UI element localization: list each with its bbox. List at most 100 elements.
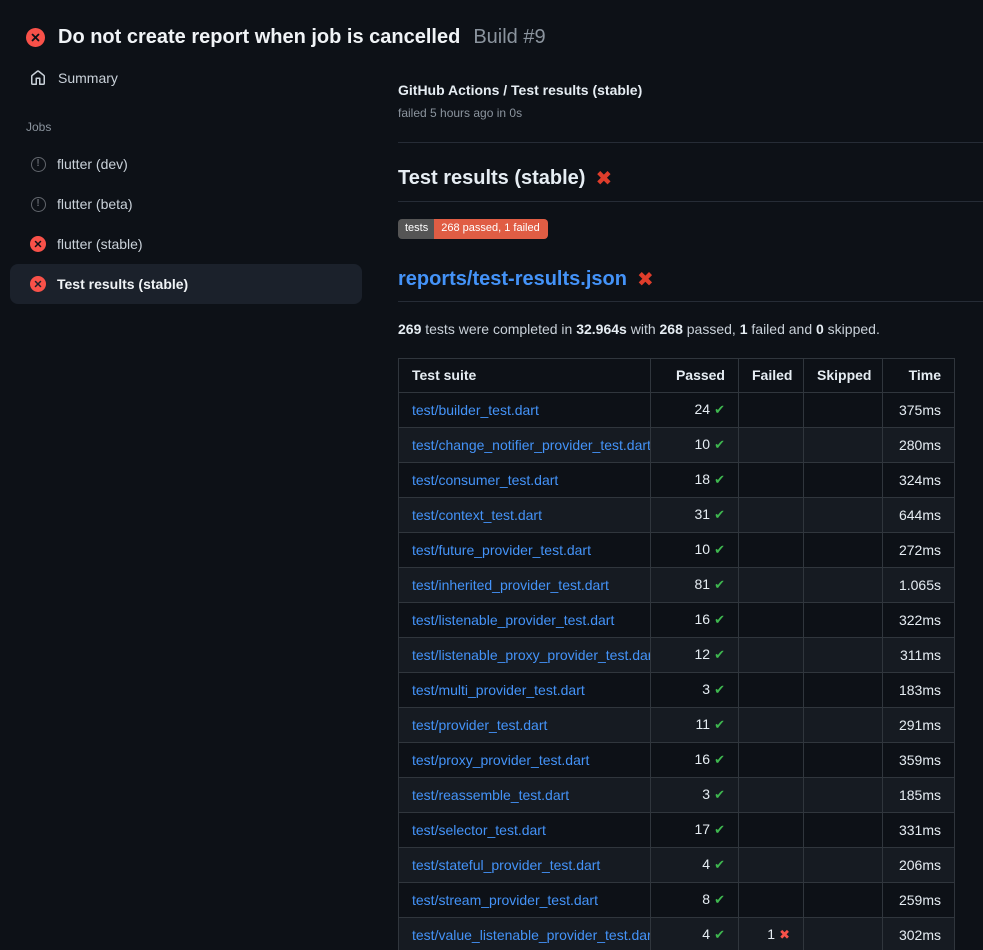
suite-link[interactable]: test/future_provider_test.dart: [412, 542, 591, 558]
skipped-cell: [804, 813, 883, 848]
suite-link[interactable]: test/listenable_provider_test.dart: [412, 612, 614, 628]
failed-cell: [739, 778, 804, 813]
suite-link[interactable]: test/stream_provider_test.dart: [412, 892, 598, 908]
suite-link[interactable]: test/stateful_provider_test.dart: [412, 857, 600, 873]
suite-link[interactable]: test/listenable_proxy_provider_test.dart: [412, 647, 651, 663]
suite-link[interactable]: test/context_test.dart: [412, 507, 542, 523]
suite-cell: test/builder_test.dart: [399, 393, 651, 428]
skipped-cell: [804, 778, 883, 813]
check-icon: ✔: [714, 893, 725, 908]
suite-cell: test/proxy_provider_test.dart: [399, 743, 651, 778]
suite-cell: test/reassemble_test.dart: [399, 778, 651, 813]
suite-link[interactable]: test/selector_test.dart: [412, 822, 546, 838]
skipped-cell: [804, 603, 883, 638]
skipped-cell: [804, 568, 883, 603]
sidebar-job-item[interactable]: Test results (stable): [10, 264, 362, 304]
failed-cell: [739, 498, 804, 533]
failed-cell: [739, 428, 804, 463]
report-file-link[interactable]: reports/test-results.json: [398, 266, 627, 293]
table-row: test/reassemble_test.dart3✔185ms: [399, 778, 955, 813]
time-cell: 1.065s: [883, 568, 955, 603]
suite-link[interactable]: test/proxy_provider_test.dart: [412, 752, 589, 768]
suite-link[interactable]: test/reassemble_test.dart: [412, 787, 569, 803]
failed-cell: [739, 743, 804, 778]
suite-link[interactable]: test/provider_test.dart: [412, 717, 547, 733]
failed-cell: 1✖: [739, 918, 804, 950]
tests-status-badge: tests 268 passed, 1 failed: [398, 219, 548, 239]
table-row: test/consumer_test.dart18✔324ms: [399, 463, 955, 498]
suite-cell: test/stateful_provider_test.dart: [399, 848, 651, 883]
build-number: Build #9: [473, 26, 545, 49]
passed-cell: 10✔: [651, 428, 739, 463]
suite-cell: test/context_test.dart: [399, 498, 651, 533]
summary-sentence: 269 tests were completed in 32.964s with…: [398, 319, 983, 340]
suite-cell: test/stream_provider_test.dart: [399, 883, 651, 918]
time-cell: 644ms: [883, 498, 955, 533]
suite-link[interactable]: test/builder_test.dart: [412, 402, 539, 418]
suite-link[interactable]: test/consumer_test.dart: [412, 472, 558, 488]
check-icon: ✔: [714, 753, 725, 768]
column-header: Time: [883, 359, 955, 393]
time-cell: 280ms: [883, 428, 955, 463]
passed-cell: 8✔: [651, 883, 739, 918]
failed-cell: [739, 813, 804, 848]
passed-cell: 31✔: [651, 498, 739, 533]
table-row: test/selector_test.dart17✔331ms: [399, 813, 955, 848]
skipped-cell: [804, 533, 883, 568]
time-cell: 206ms: [883, 848, 955, 883]
check-icon: ✔: [714, 648, 725, 663]
skipped-cell: [804, 463, 883, 498]
jobs-section-label: Jobs: [26, 120, 390, 134]
breadcrumb: GitHub Actions / Test results (stable): [398, 80, 983, 100]
table-row: test/context_test.dart 31✔ 644ms: [399, 498, 955, 533]
job-list: !flutter (dev)!flutter (beta)flutter (st…: [0, 144, 390, 304]
x-circle-fill-icon: [30, 236, 46, 252]
summary-fragment: 0: [816, 321, 824, 337]
failed-x-icon: ✖: [595, 165, 612, 192]
failed-cell: [739, 463, 804, 498]
check-icon: ✔: [714, 613, 725, 628]
time-cell: 331ms: [883, 813, 955, 848]
skipped-cell: [804, 393, 883, 428]
suite-link[interactable]: test/change_notifier_provider_test.dart: [412, 437, 651, 453]
suite-cell: test/selector_test.dart: [399, 813, 651, 848]
table-row: test/stateful_provider_test.dart4✔206ms: [399, 848, 955, 883]
failed-cell: [739, 708, 804, 743]
time-cell: 291ms: [883, 708, 955, 743]
suite-cell: test/listenable_provider_test.dart: [399, 603, 651, 638]
failed-cell: [739, 603, 804, 638]
sidebar-job-item[interactable]: !flutter (beta): [10, 184, 362, 224]
suite-link[interactable]: test/multi_provider_test.dart: [412, 682, 585, 698]
passed-cell: 3✔: [651, 673, 739, 708]
suite-cell: test/listenable_proxy_provider_test.dart: [399, 638, 651, 673]
page-title: Do not create report when job is cancell…: [58, 26, 460, 49]
time-cell: 322ms: [883, 603, 955, 638]
alert-circle-icon: !: [30, 196, 46, 212]
suite-cell: test/multi_provider_test.dart: [399, 673, 651, 708]
passed-cell: 16✔: [651, 743, 739, 778]
home-icon: [30, 70, 46, 86]
sidebar-job-item[interactable]: flutter (stable): [10, 224, 362, 264]
skipped-cell: [804, 708, 883, 743]
divider: [398, 142, 983, 143]
passed-cell: 16✔: [651, 603, 739, 638]
passed-cell: 24✔: [651, 393, 739, 428]
alert-circle-icon: !: [30, 156, 46, 172]
table-row: test/provider_test.dart11✔291ms: [399, 708, 955, 743]
sidebar-item-summary[interactable]: Summary: [0, 62, 390, 94]
table-row: test/inherited_provider_test.dart81✔1.06…: [399, 568, 955, 603]
passed-cell: 4✔: [651, 918, 739, 950]
time-cell: 311ms: [883, 638, 955, 673]
table-row: test/stream_provider_test.dart8✔259ms: [399, 883, 955, 918]
table-header-row: Test suitePassedFailedSkippedTime: [399, 359, 955, 393]
suite-link[interactable]: test/inherited_provider_test.dart: [412, 577, 609, 593]
check-icon: ✔: [714, 543, 725, 558]
summary-fragment: passed,: [683, 321, 740, 337]
table-row: test/proxy_provider_test.dart16✔359ms: [399, 743, 955, 778]
x-circle-fill-icon: [30, 276, 46, 292]
x-icon: ✖: [779, 928, 790, 943]
suite-link[interactable]: test/value_listenable_provider_test.dart: [412, 927, 651, 943]
skipped-cell: [804, 638, 883, 673]
table-body: test/builder_test.dart24✔375mstest/chang…: [399, 393, 955, 950]
sidebar-job-item[interactable]: !flutter (dev): [10, 144, 362, 184]
